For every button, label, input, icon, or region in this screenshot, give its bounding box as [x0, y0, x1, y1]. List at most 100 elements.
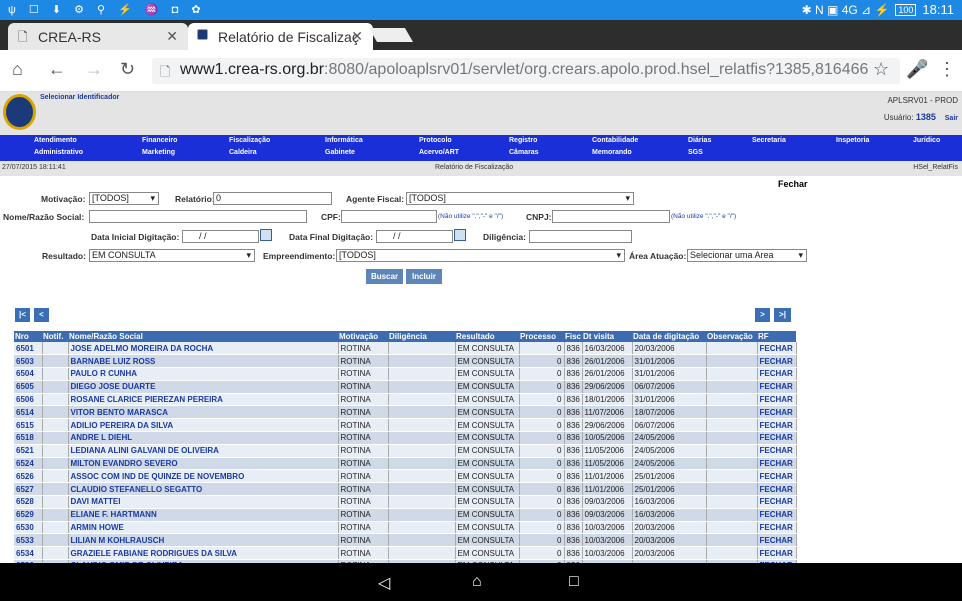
menu-item[interactable]: Registro: [509, 137, 537, 144]
data-final-input[interactable]: / /: [376, 230, 453, 243]
nro-cell[interactable]: 6506: [14, 393, 43, 407]
fechar-link[interactable]: FECHAR: [757, 431, 797, 445]
nro-cell[interactable]: 6504: [14, 367, 43, 381]
table-row[interactable]: 6528 DAVI MATTEI ROTINA EM CONSULTA 0 836 09/0…: [14, 495, 797, 509]
buscar-button[interactable]: Buscar: [366, 269, 403, 284]
cpf-input[interactable]: [341, 210, 437, 223]
new-tab-button[interactable]: [368, 28, 414, 42]
last-page-button[interactable]: >|: [774, 308, 791, 322]
table-row[interactable]: 6524 MILTON EVANDRO SEVERO ROTINA EM CONSUL…: [14, 457, 797, 471]
menu-item[interactable]: Atendimento: [34, 137, 77, 144]
prev-page-button[interactable]: <: [34, 308, 49, 322]
table-row[interactable]: 6501 JOSE ADELMO MOREIRA DA ROCHA ROTINA EM…: [14, 342, 797, 356]
agente-select[interactable]: [TODOS]: [406, 192, 634, 205]
motivacao-select[interactable]: [TODOS]: [89, 192, 159, 205]
fechar-link[interactable]: FECHAR: [757, 482, 797, 497]
nro-cell[interactable]: 6521: [14, 444, 43, 458]
menu-item[interactable]: Gabinete: [325, 149, 355, 156]
calendar-icon[interactable]: [454, 229, 466, 241]
logout-link[interactable]: Sair: [945, 115, 958, 122]
table-row[interactable]: 6534 GRAZIELE FABIANE RODRIGUES DA SILVA R…: [14, 546, 797, 561]
fechar-link[interactable]: FECHAR: [757, 495, 797, 509]
nro-cell[interactable]: 6505: [14, 380, 43, 394]
menu-item[interactable]: Financeiro: [142, 137, 177, 144]
menu-item[interactable]: SGS: [688, 149, 703, 156]
fechar-link[interactable]: FECHAR: [757, 469, 797, 484]
next-page-button[interactable]: >: [755, 308, 770, 322]
home-nav-icon[interactable]: ⌂: [472, 573, 482, 591]
menu-item[interactable]: Informática: [325, 137, 363, 144]
name-link[interactable]: DIEGO JOSE DUARTE: [68, 380, 339, 394]
close-tab-icon[interactable]: ✕: [166, 28, 178, 45]
reload-icon[interactable]: ↻: [120, 59, 135, 80]
name-link[interactable]: ELIANE F. HARTMANN: [68, 508, 339, 522]
name-link[interactable]: JOSE ADELMO MOREIRA DA ROCHA: [68, 342, 339, 356]
menu-item[interactable]: Câmaras: [509, 149, 539, 156]
menu-item[interactable]: Acervo/ART: [419, 149, 459, 156]
menu-item[interactable]: Memorando: [592, 149, 632, 156]
table-row[interactable]: 6515 ADILIO PEREIRA DA SILVA ROTINA EM CONS…: [14, 418, 797, 433]
fechar-link[interactable]: FECHAR: [757, 380, 797, 394]
forward-icon[interactable]: →: [85, 59, 103, 80]
name-link[interactable]: CLAUDIO STEFANELLO SEGATTO: [68, 482, 339, 497]
table-row[interactable]: 6527 CLAUDIO STEFANELLO SEGATTO ROTINA EM C…: [14, 482, 797, 497]
table-row[interactable]: 6503 BARNABE LUIZ ROSS ROTINA EM CONSULTA 0 8…: [14, 354, 797, 369]
table-row[interactable]: 6505 DIEGO JOSE DUARTE ROTINA EM CONSULTA 0 8…: [14, 380, 797, 394]
close-link[interactable]: Fechar: [778, 179, 808, 189]
name-link[interactable]: VITOR BENTO MARASCA: [68, 405, 339, 420]
name-link[interactable]: PAULO R CUNHA: [68, 367, 339, 381]
table-row[interactable]: 6529 ELIANE F. HARTMANN ROTINA EM CONSULTA 0…: [14, 508, 797, 522]
fechar-link[interactable]: FECHAR: [757, 354, 797, 369]
nro-cell[interactable]: 6527: [14, 482, 43, 497]
menu-item[interactable]: Diárias: [688, 137, 711, 144]
menu-item[interactable]: Jurídico: [913, 137, 940, 144]
menu-kebab-icon[interactable]: ⋮: [938, 59, 956, 80]
table-row[interactable]: 6504 PAULO R CUNHA ROTINA EM CONSULTA 0 836 26…: [14, 367, 797, 381]
relatorio-input[interactable]: 0: [213, 192, 332, 205]
fechar-link[interactable]: FECHAR: [757, 367, 797, 381]
table-row[interactable]: 6518 ANDRE L DIEHL ROTINA EM CONSULTA 0 836 10…: [14, 431, 797, 445]
name-link[interactable]: ANDRE L DIEHL: [68, 431, 339, 445]
name-link[interactable]: ADILIO PEREIRA DA SILVA: [68, 418, 339, 433]
resultado-select[interactable]: EM CONSULTA: [89, 249, 255, 262]
menu-item[interactable]: Caldeira: [229, 149, 257, 156]
menu-item[interactable]: Marketing: [142, 149, 175, 156]
nro-cell[interactable]: 6503: [14, 354, 43, 369]
name-link[interactable]: ARMIN HOWE: [68, 521, 339, 535]
name-link[interactable]: DAVI MATTEI: [68, 495, 339, 509]
bookmark-star-icon[interactable]: ☆: [873, 59, 889, 80]
name-link[interactable]: GRAZIELE FABIANE RODRIGUES DA SILVA: [68, 546, 339, 561]
menu-item[interactable]: Administrativo: [34, 149, 83, 156]
incluir-button[interactable]: Incluir: [406, 269, 442, 284]
tab-crea-rs[interactable]: 🗋 CREA-RS ✕: [8, 23, 188, 50]
url-field[interactable]: 🗋 www1.crea-rs.org.br:8080/apoloaplsrv01…: [152, 58, 900, 84]
calendar-icon[interactable]: [260, 229, 272, 241]
menu-item[interactable]: Protocolo: [419, 137, 452, 144]
nro-cell[interactable]: 6524: [14, 457, 43, 471]
fechar-link[interactable]: FECHAR: [757, 508, 797, 522]
area-select[interactable]: Selecionar uma Area: [687, 249, 807, 262]
fechar-link[interactable]: FECHAR: [757, 533, 797, 548]
table-row[interactable]: 6521 LEDIANA ALINI GALVANI DE OLIVEIRA ROT…: [14, 444, 797, 458]
table-row[interactable]: 6506 ROSANE CLARICE PIEREZAN PEREIRA ROTIN…: [14, 393, 797, 407]
cnpj-input[interactable]: [552, 210, 670, 223]
nro-cell[interactable]: 6526: [14, 469, 43, 484]
fechar-link[interactable]: FECHAR: [757, 405, 797, 420]
tab-relatorio[interactable]: Relatório de Fiscalizaç ✕: [188, 23, 373, 50]
data-inicial-input[interactable]: / /: [182, 230, 259, 243]
name-link[interactable]: ASSOC COM IND DE QUINZE DE NOVEMBRO: [68, 469, 339, 484]
nro-cell[interactable]: 6501: [14, 342, 43, 356]
diligencia-input[interactable]: [529, 230, 632, 243]
name-link[interactable]: BARNABE LUIZ ROSS: [68, 354, 339, 369]
fechar-link[interactable]: FECHAR: [757, 521, 797, 535]
nro-cell[interactable]: 6533: [14, 533, 43, 548]
back-nav-icon[interactable]: ◁: [378, 573, 390, 593]
menu-item[interactable]: Contabilidade: [592, 137, 638, 144]
recents-nav-icon[interactable]: □: [569, 573, 579, 591]
close-tab-icon[interactable]: ✕: [351, 28, 363, 45]
fechar-link[interactable]: FECHAR: [757, 393, 797, 407]
empreendimento-select[interactable]: [TODOS]: [336, 249, 625, 262]
nro-cell[interactable]: 6515: [14, 418, 43, 433]
fechar-link[interactable]: FECHAR: [757, 444, 797, 458]
back-icon[interactable]: ←: [48, 59, 66, 80]
